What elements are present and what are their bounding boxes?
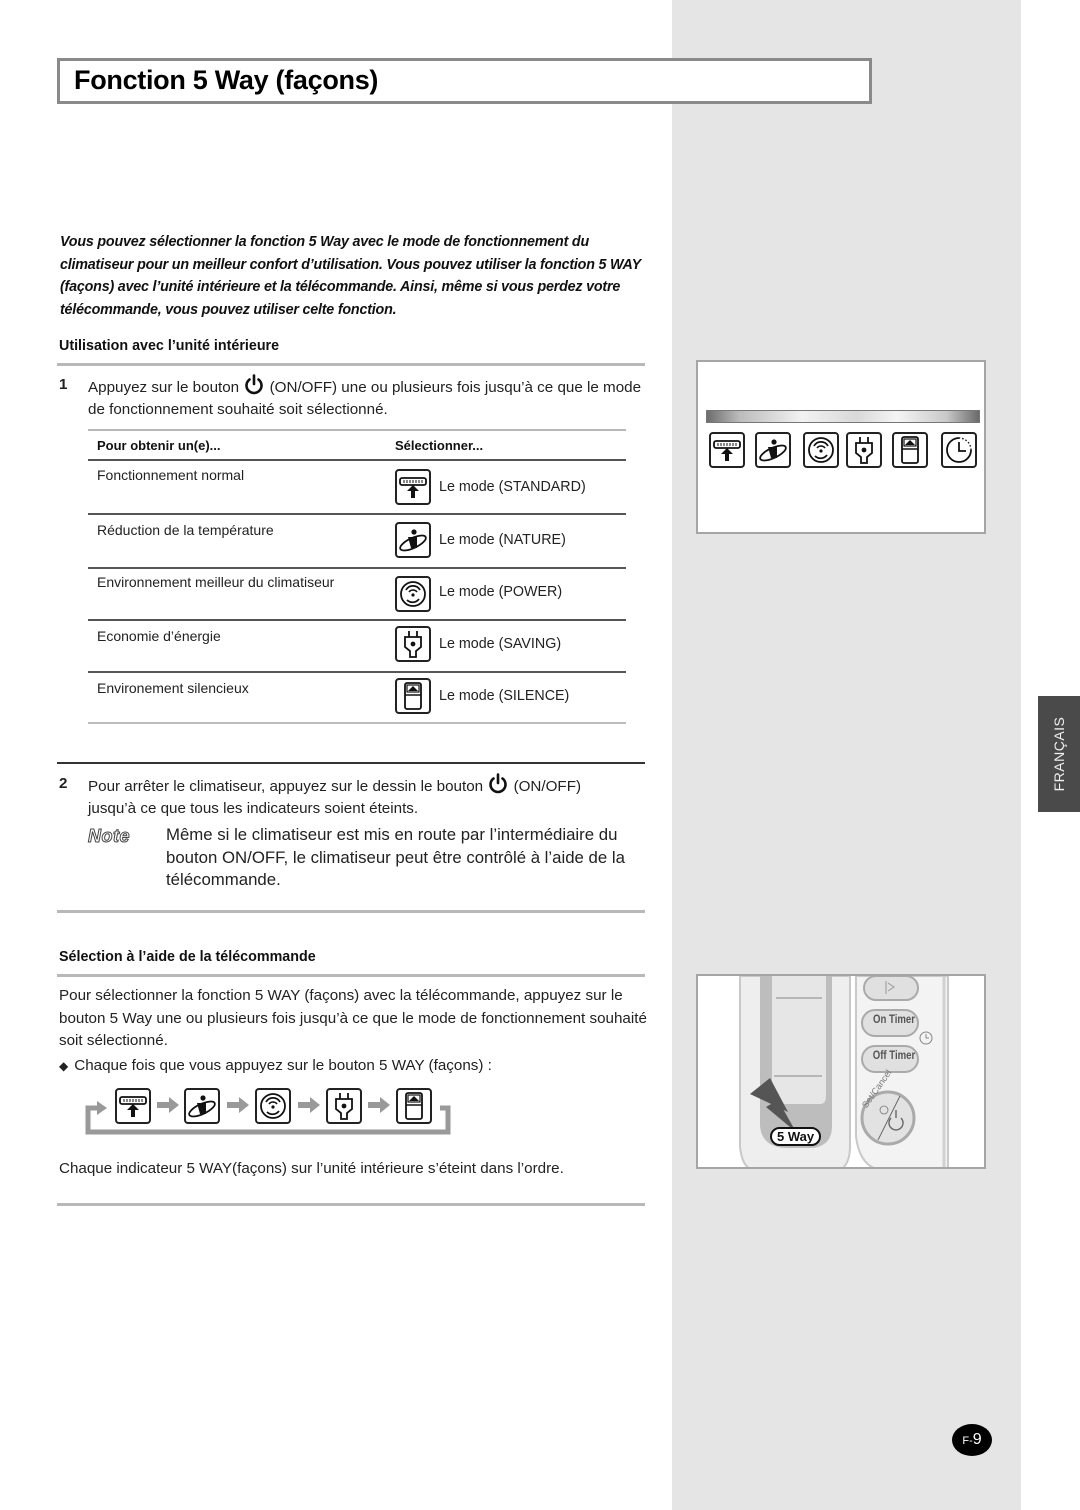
step-number: 2 xyxy=(59,775,68,792)
table-row: Environnement meilleur du climatiseur Le… xyxy=(88,568,626,619)
row-purpose: Environement silencieux xyxy=(97,680,249,696)
display-bar xyxy=(706,410,980,423)
step2-rule xyxy=(57,762,645,764)
row-purpose: Réduction de la température xyxy=(97,522,274,538)
section-rule xyxy=(57,974,645,977)
row-purpose: Economie d’énergie xyxy=(97,628,221,644)
power-icon xyxy=(489,773,508,794)
on-timer-button[interactable]: On Timer xyxy=(872,1012,917,1026)
title-box: Fonction 5 Way (façons) xyxy=(57,58,872,104)
step-text-line2: jusqu’à ce que tous les indicateurs soie… xyxy=(88,800,419,817)
arrow-right-icon xyxy=(227,1097,249,1113)
power-mode-icon xyxy=(395,576,431,612)
saving-mode-icon xyxy=(846,432,882,468)
step-text-before: Appuyez sur le bouton xyxy=(88,379,240,396)
nature-mode-icon xyxy=(755,432,791,468)
off-timer-button[interactable]: Off Timer xyxy=(872,1048,917,1062)
silence-mode-icon xyxy=(396,1088,432,1124)
section-heading-remote: Sélection à l’aide de la télécommande xyxy=(59,949,316,965)
language-tab-label: FRANÇAIS xyxy=(1051,716,1067,792)
table-header-select: Sélectionner... xyxy=(395,438,484,453)
step-2: 2 Pour arrêter le climatiseur, appuyez s… xyxy=(59,773,659,819)
nature-mode-icon xyxy=(395,522,431,558)
saving-mode-icon xyxy=(326,1088,362,1124)
step-text-after: (ON/OFF) xyxy=(513,778,582,795)
remote-control-drawing xyxy=(739,976,949,1167)
page-number-prefix: F- xyxy=(962,1435,973,1447)
section-rule xyxy=(57,363,645,366)
timer-icon xyxy=(941,432,977,468)
row-mode: Le mode (POWER) xyxy=(439,584,563,600)
five-way-button[interactable]: 5 Way xyxy=(770,1127,822,1146)
section-divider xyxy=(57,910,645,913)
intro-paragraph: Vous pouvez sélectionner la fonction 5 W… xyxy=(60,234,641,318)
standard-mode-icon xyxy=(709,432,745,468)
step-text-before: Pour arrêter le climatiseur, appuyez sur… xyxy=(88,778,484,795)
saving-mode-icon xyxy=(395,626,431,662)
table-header-purpose: Pour obtenir un(e)... xyxy=(97,438,221,453)
indoor-unit-display xyxy=(696,360,986,534)
note-text: Même si le climatiseur est mis en route … xyxy=(166,825,625,890)
step-number: 1 xyxy=(59,376,68,393)
section-heading-indoor: Utilisation avec l’unité intérieure xyxy=(59,338,280,354)
standard-mode-icon xyxy=(115,1088,151,1124)
table-top-rule xyxy=(88,429,626,431)
power-icon xyxy=(245,374,264,395)
cycle-footer-text: Chaque indicateur 5 WAY(façons) sur l’un… xyxy=(59,1160,564,1177)
nature-mode-icon xyxy=(184,1088,220,1124)
table-row: Fonctionnement normal Le mode (STANDARD) xyxy=(88,460,626,513)
bullet-text: Chaque fois que vous appuyez sur le bout… xyxy=(74,1057,492,1074)
arrow-right-icon xyxy=(157,1097,179,1113)
power-mode-icon xyxy=(803,432,839,468)
row-mode: Le mode (NATURE) xyxy=(439,532,566,548)
row-mode: Le mode (SAVING) xyxy=(439,636,562,652)
remote-paragraph: Pour sélectionner la fonction 5 WAY (faç… xyxy=(59,987,647,1050)
arrow-right-icon xyxy=(298,1097,320,1113)
silence-mode-icon xyxy=(892,432,928,468)
table-bottom-rule xyxy=(88,722,626,724)
mode-cycle-diagram xyxy=(83,1086,453,1138)
row-mode: Le mode (SILENCE) xyxy=(439,688,570,704)
power-mode-icon xyxy=(255,1088,291,1124)
step-text: Appuyez sur le bouton (ON/OFF) une ou pl… xyxy=(88,374,648,421)
page-title: Fonction 5 Way (façons) xyxy=(74,65,379,95)
diamond-bullet-icon: ◆ xyxy=(59,1059,69,1073)
arrow-right-icon xyxy=(368,1097,390,1113)
table-row: Economie d’énergie Le mode (SAVING) xyxy=(88,620,626,671)
row-purpose: Fonctionnement normal xyxy=(97,467,245,483)
row-purpose: Environnement meilleur du climatiseur xyxy=(97,574,335,590)
step-text: Pour arrêter le climatiseur, appuyez sur… xyxy=(88,773,648,820)
step-1: 1 Appuyez sur le bouton (ON/OFF) une ou … xyxy=(59,374,659,420)
bullet-item: ◆ Chaque fois que vous appuyez sur le bou… xyxy=(59,1057,492,1074)
section-divider xyxy=(57,1203,645,1206)
table-row: Réduction de la température Le mode (NAT… xyxy=(88,514,626,567)
row-mode: Le mode (STANDARD) xyxy=(439,479,586,495)
language-tab: FRANÇAIS xyxy=(1038,696,1080,812)
table-row: Environement silencieux Le mode (SILENCE… xyxy=(88,672,626,723)
note-label: Note xyxy=(88,826,131,847)
remote-control-illustration: On Timer Off Timer Set/Cancel 5 Way xyxy=(696,974,986,1169)
page-number-badge: F-9 xyxy=(952,1424,992,1456)
silence-mode-icon xyxy=(395,678,431,714)
side-band xyxy=(672,0,1021,1510)
page-number: 9 xyxy=(972,1431,982,1448)
standard-mode-icon xyxy=(395,469,431,505)
